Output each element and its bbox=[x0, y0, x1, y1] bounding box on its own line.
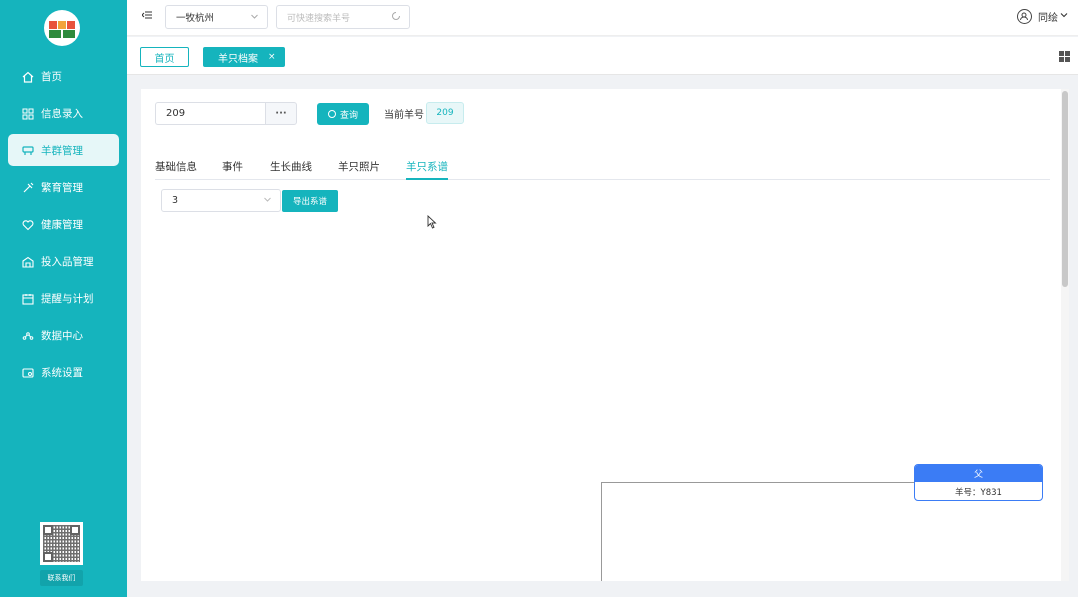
pedigree-node-label: 羊号：Y831 bbox=[955, 487, 1002, 498]
tab-sheep-archive[interactable]: 羊只档案 × bbox=[203, 47, 285, 67]
app-grid-icon[interactable] bbox=[1059, 51, 1070, 62]
grid-icon bbox=[22, 108, 34, 120]
app-logo bbox=[44, 10, 80, 46]
farm-select[interactable]: 一牧杭州 bbox=[165, 5, 268, 29]
pedigree-node-title: 父 bbox=[915, 465, 1042, 482]
sidebar-item-health[interactable]: 健康管理 bbox=[0, 206, 127, 243]
sidebar-item-breeding[interactable]: 繁育管理 bbox=[0, 169, 127, 206]
tab-home[interactable]: 首页 bbox=[140, 47, 189, 67]
sidebar-item-label: 数据中心 bbox=[41, 330, 83, 342]
query-button-label: 查询 bbox=[339, 110, 358, 121]
user-menu[interactable]: 同绘 bbox=[1017, 9, 1068, 24]
tab-growth-curve[interactable]: 生长曲线 bbox=[270, 159, 312, 180]
pedigree-connector-horizontal bbox=[601, 482, 914, 483]
sidebar-item-info-entry[interactable]: 信息录入 bbox=[0, 95, 127, 132]
current-sheep-label: 当前羊号 bbox=[384, 110, 424, 121]
sidebar-nav: 首页 信息录入 羊群管理 繁育管理 健康管理 投入品管理 提醒与计划 数据中心 … bbox=[0, 58, 127, 391]
calendar-icon bbox=[22, 293, 34, 305]
collapse-menu-icon[interactable] bbox=[141, 11, 152, 22]
loading-icon bbox=[391, 11, 401, 24]
contact-us-button[interactable]: 联系我们 bbox=[40, 570, 83, 586]
tab-sheep-photos[interactable]: 羊只照片 bbox=[338, 159, 380, 180]
quick-search-placeholder: 可快速搜索羊号 bbox=[287, 13, 351, 24]
tab-events[interactable]: 事件 bbox=[222, 159, 243, 180]
tab-basic-info[interactable]: 基础信息 bbox=[155, 159, 197, 180]
chevron-down-icon bbox=[250, 12, 259, 24]
sidebar: 首页 信息录入 羊群管理 繁育管理 健康管理 投入品管理 提醒与计划 数据中心 … bbox=[0, 0, 127, 597]
archive-tabs: 基础信息 事件 生长曲线 羊只照片 羊只系谱 bbox=[155, 159, 1050, 180]
more-button[interactable]: ··· bbox=[265, 102, 297, 125]
sidebar-item-label: 繁育管理 bbox=[41, 182, 83, 194]
search-icon bbox=[327, 110, 336, 118]
sheep-icon bbox=[22, 144, 34, 156]
sidebar-item-label: 羊群管理 bbox=[41, 144, 83, 157]
user-gear-icon bbox=[1017, 9, 1032, 24]
generation-select[interactable]: 3 bbox=[161, 189, 281, 212]
generation-select-value: 3 bbox=[172, 195, 179, 206]
sidebar-item-label: 首页 bbox=[41, 71, 62, 83]
chevron-down-icon bbox=[1060, 11, 1068, 22]
syringe-icon bbox=[22, 182, 34, 194]
warehouse-icon bbox=[22, 256, 34, 268]
mouse-cursor-icon bbox=[427, 215, 437, 229]
page-tab-bar: 首页 羊只档案 × bbox=[127, 37, 1078, 75]
sidebar-item-home[interactable]: 首页 bbox=[0, 58, 127, 95]
sidebar-item-settings[interactable]: 系统设置 bbox=[0, 354, 127, 391]
sidebar-item-inputs[interactable]: 投入品管理 bbox=[0, 243, 127, 280]
sidebar-item-label: 信息录入 bbox=[41, 108, 83, 120]
qr-code-image bbox=[40, 522, 83, 565]
main-content-card: 209 ··· 查询 当前羊号 209 基础信息 事件 生长曲线 羊只照片 羊只… bbox=[141, 89, 1069, 581]
chevron-down-icon bbox=[263, 195, 272, 207]
pedigree-connector-vertical bbox=[601, 482, 602, 581]
pedigree-node-sire[interactable]: 父 羊号：Y831 bbox=[914, 464, 1043, 501]
user-name: 同绘 bbox=[1038, 13, 1058, 24]
home-icon bbox=[22, 71, 34, 83]
current-sheep-value: 209 bbox=[426, 102, 464, 124]
sidebar-item-data-center[interactable]: 数据中心 bbox=[0, 317, 127, 354]
sidebar-item-label: 投入品管理 bbox=[41, 256, 94, 268]
tab-label: 羊只档案 bbox=[218, 53, 258, 65]
sidebar-item-flock[interactable]: 羊群管理 bbox=[8, 134, 119, 166]
export-pedigree-button[interactable]: 导出系谱 bbox=[282, 190, 338, 212]
farm-select-value: 一牧杭州 bbox=[176, 13, 215, 24]
sidebar-item-label: 健康管理 bbox=[41, 219, 83, 231]
sidebar-item-label: 系统设置 bbox=[41, 367, 83, 379]
scrollbar-thumb[interactable] bbox=[1062, 91, 1068, 287]
query-button[interactable]: 查询 bbox=[317, 103, 369, 125]
tab-sheep-pedigree[interactable]: 羊只系谱 bbox=[406, 159, 448, 180]
top-bar: 一牧杭州 可快速搜索羊号 同绘 bbox=[127, 0, 1078, 36]
quick-search-input[interactable]: 可快速搜索羊号 bbox=[276, 5, 410, 29]
vertical-scrollbar[interactable] bbox=[1061, 89, 1069, 581]
sheep-id-input[interactable]: 209 bbox=[155, 102, 265, 125]
heart-icon bbox=[22, 219, 34, 231]
sidebar-item-reminders[interactable]: 提醒与计划 bbox=[0, 280, 127, 317]
close-icon[interactable]: × bbox=[268, 52, 276, 62]
settings-icon bbox=[22, 367, 34, 379]
chart-icon bbox=[22, 330, 34, 342]
sidebar-item-label: 提醒与计划 bbox=[41, 293, 94, 305]
